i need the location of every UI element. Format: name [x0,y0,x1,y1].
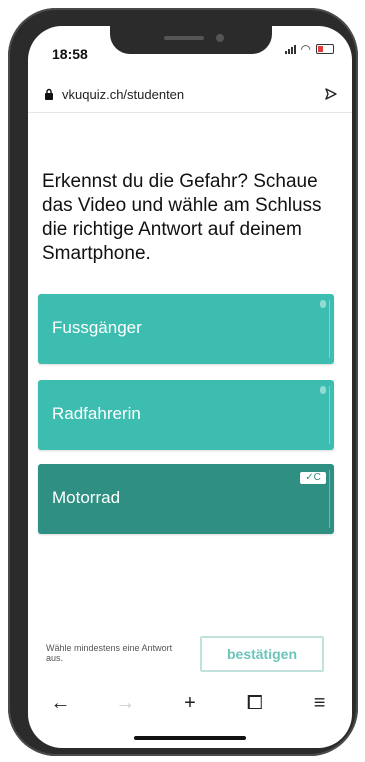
new-tab-icon[interactable]: + [175,692,205,715]
status-time: 18:58 [52,46,88,62]
divider [329,300,330,358]
answer-label: Fussgänger [52,318,142,337]
camera [216,34,224,42]
share-icon[interactable] [324,87,338,101]
battery-icon [316,44,334,54]
option-indicator [320,300,326,308]
question-text: Erkennst du die Gefahr? Schaue das Video… [42,171,322,264]
url-text[interactable]: vkuquiz.ch/studenten [62,87,184,102]
back-icon[interactable]: ← [45,692,75,715]
notch [110,26,272,54]
phone-screen: 18:58 ◠ vkuquiz.ch/studenten Erkennst du… [28,26,352,748]
forward-icon[interactable]: → [110,692,140,715]
answer-option-2[interactable]: Radfahrerin [38,380,334,450]
url-bar[interactable]: vkuquiz.ch/studenten [28,78,352,113]
phone-frame: 18:58 ◠ vkuquiz.ch/studenten Erkennst du… [8,8,358,756]
divider [329,470,330,528]
browser-toolbar: ← → + ⧠ ≡ [28,686,352,720]
tabs-icon[interactable]: ⧠ [240,692,270,715]
speaker [164,36,204,40]
signal-icon [284,44,296,54]
wifi-icon: ◠ [300,42,311,56]
option-indicator [320,386,326,394]
answer-label: Radfahrerin [52,404,141,423]
selected-check-icon: ✓C [300,472,326,484]
hint-text: Wähle mindestens eine Antwort aus. [46,643,173,663]
lock-icon [45,88,53,100]
answer-label: Motorrad [52,488,121,507]
status-icons: ◠ [284,42,334,56]
answer-option-3[interactable]: Motorrad ✓C [38,464,334,534]
home-indicator [134,736,246,740]
divider [329,386,330,444]
menu-icon[interactable]: ≡ [305,692,335,715]
answer-option-1[interactable]: Fussgänger [38,294,334,364]
confirm-button[interactable]: bestätigen [200,636,324,672]
